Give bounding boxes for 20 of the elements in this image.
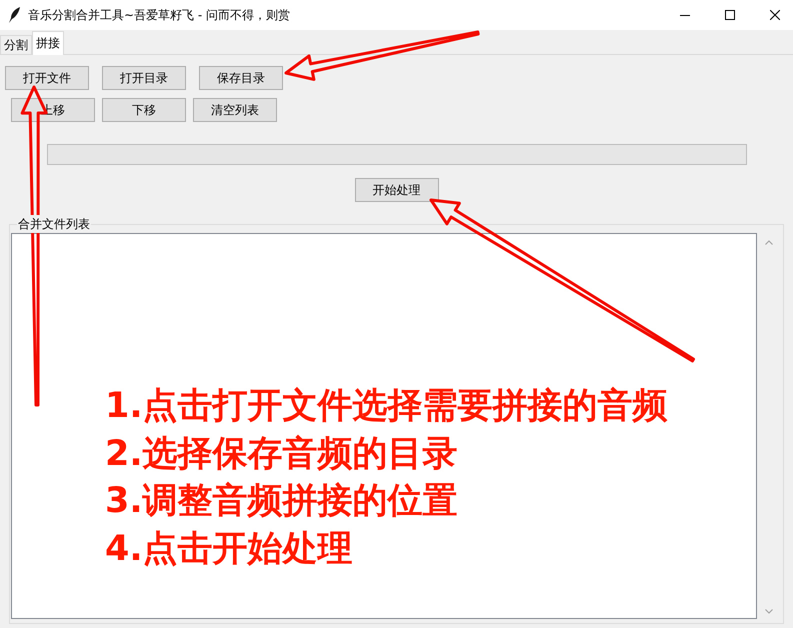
feather-icon [8,7,20,23]
toolbar-button[interactable]: 打开文件 [5,66,89,90]
window-title: 音乐分割合并工具~吾爱草籽飞 - 问而不得，则赏 [28,6,290,24]
tab[interactable]: 拼接 [32,31,64,55]
toolbar-button[interactable]: 保存目录 [199,66,283,90]
close-icon [770,10,780,20]
instruction-step: 1.点击打开文件选择需要拼接的音频 [105,383,668,430]
instruction-step: 4.点击开始处理 [105,526,353,573]
instruction-step: 3.调整音频拼接的位置 [105,478,458,526]
toolbar-button[interactable]: 下移 [102,98,186,122]
toolbar-button[interactable]: 清空列表 [193,98,277,122]
scroll-down-icon[interactable] [765,609,773,614]
group-label: 合并文件列表 [17,217,91,231]
instruction-step: 2.选择保存音频的目录 [105,430,458,478]
minimize-icon [680,14,690,16]
start-button[interactable]: 开始处理 [354,178,438,202]
tab[interactable]: 分割 [0,35,32,54]
maximize-icon [725,10,735,20]
scroll-up-icon[interactable] [765,240,773,245]
toolbar-button[interactable]: 打开目录 [102,66,186,90]
